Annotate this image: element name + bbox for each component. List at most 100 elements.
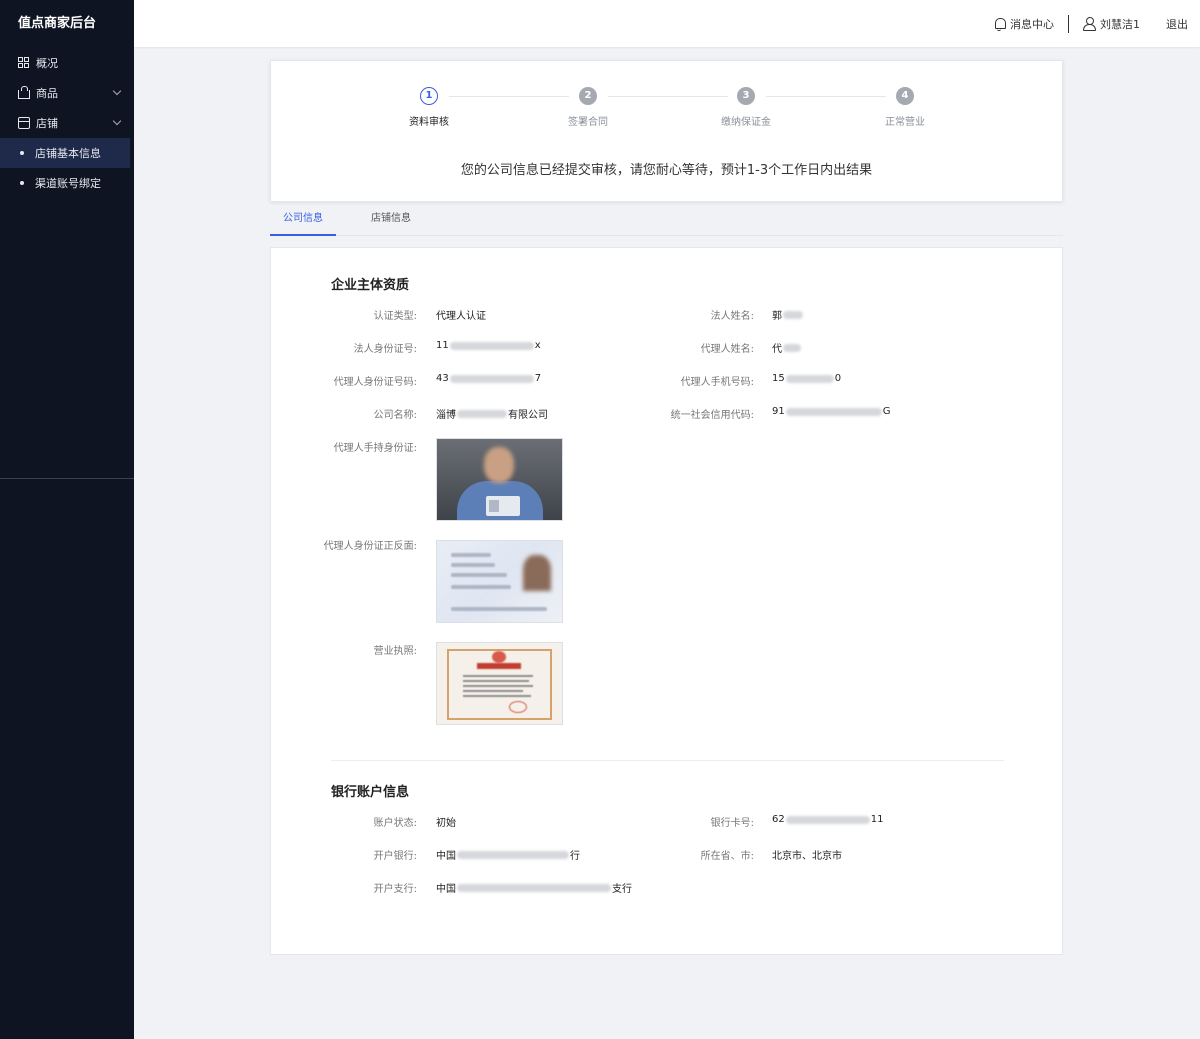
message-center-label: 消息中心 (1010, 17, 1054, 31)
branch-name-value: 中国 支行 (436, 880, 632, 895)
step-label: 签署合同 (568, 117, 608, 128)
grid-icon (18, 57, 30, 69)
field-label: 统一社会信用代码: (670, 410, 754, 421)
nav-sub-label: 店铺基本信息 (35, 147, 101, 160)
license-text-line (463, 690, 523, 692)
message-center-link[interactable]: 消息中心 (994, 16, 1054, 32)
top-header: 消息中心 刘慧洁1 退出 (134, 0, 1200, 47)
license-stamp (509, 701, 527, 713)
step-label: 缴纳保证金 (721, 117, 771, 128)
field-label: 开户银行: (373, 851, 417, 862)
info-tabs: 公司信息 店铺信息 (270, 204, 1063, 236)
license-text-line (463, 695, 531, 697)
field-label: 开户支行: (373, 884, 417, 895)
auth-type-value: 代理人认证 (436, 307, 486, 322)
nav-channel-binding[interactable]: 渠道账号绑定 (0, 168, 134, 198)
field-label: 营业执照: (373, 646, 417, 657)
field-value: 初始 (436, 818, 456, 829)
step-2: 2 签署合同 (538, 87, 638, 128)
step-number: 2 (579, 87, 597, 105)
redacted-block (457, 409, 507, 418)
field-value: x (534, 340, 541, 351)
chevron-down-icon (112, 86, 122, 96)
field-label: 银行卡号: (710, 818, 754, 829)
field-value: G (882, 406, 891, 417)
step-1: 1 资料审核 (379, 87, 479, 128)
photo-text-line (451, 563, 495, 567)
field-value: 7 (534, 373, 542, 384)
field-label: 账户状态: (373, 818, 417, 829)
step-number: 1 (420, 87, 438, 105)
field-value: 11 (436, 340, 449, 351)
redacted-block (457, 850, 569, 859)
photo-face (484, 447, 514, 483)
step-label: 正常营业 (885, 117, 925, 128)
card-number-value: 62 11 (772, 814, 883, 825)
photo-text-line (451, 573, 507, 577)
field-value: 代理人认证 (436, 311, 486, 322)
nav-overview[interactable]: 概况 (0, 48, 134, 78)
step-3: 3 缴纳保证金 (696, 87, 796, 128)
photo-text-line (451, 607, 547, 611)
sidebar: 值点商家后台 概况 商品 店铺 店铺基本信息 渠道账号绑定 (0, 0, 134, 1039)
legal-id-value: 11 x (436, 340, 541, 351)
nav-shop[interactable]: 店铺 (0, 108, 134, 138)
bullet-icon (20, 151, 24, 155)
redacted-block (785, 374, 834, 383)
step-4: 4 正常营业 (855, 87, 955, 128)
progress-card: 1 资料审核 2 签署合同 3 缴纳保证金 4 正常营业 您的公司信息已经提交审… (270, 60, 1063, 202)
step-number: 3 (737, 87, 755, 105)
field-label: 认证类型: (373, 311, 417, 322)
field-label: 代理人身份证正反面: (323, 541, 417, 552)
user-menu[interactable]: 刘慧洁1 (1083, 16, 1140, 32)
agent-phone-value: 15 0 (772, 373, 841, 384)
field-value: 0 (834, 373, 842, 384)
section-title-bank: 银行账户信息 (331, 785, 410, 800)
tab-company-info[interactable]: 公司信息 (270, 204, 336, 236)
photo-text-line (451, 585, 511, 589)
logout-button[interactable]: 退出 (1166, 16, 1188, 32)
id-card-photo[interactable] (436, 540, 563, 623)
user-icon (1083, 17, 1096, 31)
field-label: 代理人手持身份证: (333, 443, 417, 454)
field-label: 法人身份证号: (353, 344, 417, 355)
bank-name-value: 中国 行 (436, 847, 580, 862)
section-divider (331, 760, 1004, 761)
review-notice: 您的公司信息已经提交审核，请您耐心等待，预计1-3个工作日内出结果 (460, 163, 873, 178)
chevron-down-icon (112, 116, 122, 126)
photo-text-line (451, 553, 491, 557)
redacted-block (449, 374, 534, 383)
license-heading (477, 663, 521, 669)
redacted-block (783, 310, 803, 319)
redacted-block (449, 341, 534, 350)
field-value: 北京市、北京市 (772, 851, 842, 862)
field-label: 法人姓名: (710, 311, 754, 322)
field-value: 15 (772, 373, 785, 384)
redacted-block (783, 343, 801, 352)
field-label: 所在省、市: (700, 851, 754, 862)
field-value: 62 (772, 814, 785, 825)
field-value: 11 (870, 814, 884, 825)
field-value: 91 (772, 406, 785, 417)
brand-title: 值点商家后台 (18, 16, 97, 31)
credit-code-value: 91 G (772, 406, 890, 417)
hand-held-id-photo[interactable] (436, 438, 563, 521)
nav-goods[interactable]: 商品 (0, 78, 134, 108)
field-label: 代理人姓名: (700, 344, 754, 355)
step-number: 4 (896, 87, 914, 105)
section-title-qualification: 企业主体资质 (331, 278, 410, 293)
business-license-photo[interactable] (436, 642, 563, 725)
nav-shop-basic-info[interactable]: 店铺基本信息 (0, 138, 130, 168)
nav-sub-label: 渠道账号绑定 (35, 177, 101, 190)
sidebar-divider (0, 478, 134, 479)
field-value: 中国 (436, 851, 456, 862)
redacted-block (457, 883, 611, 892)
account-status-value: 初始 (436, 814, 456, 829)
tab-shop-info[interactable]: 店铺信息 (358, 204, 424, 236)
region-value: 北京市、北京市 (772, 847, 842, 862)
field-value: 支行 (612, 884, 632, 895)
legal-name-value: 郭 (772, 307, 804, 322)
step-label: 资料审核 (409, 117, 449, 128)
shop-icon (18, 117, 30, 129)
license-emblem (492, 651, 506, 663)
